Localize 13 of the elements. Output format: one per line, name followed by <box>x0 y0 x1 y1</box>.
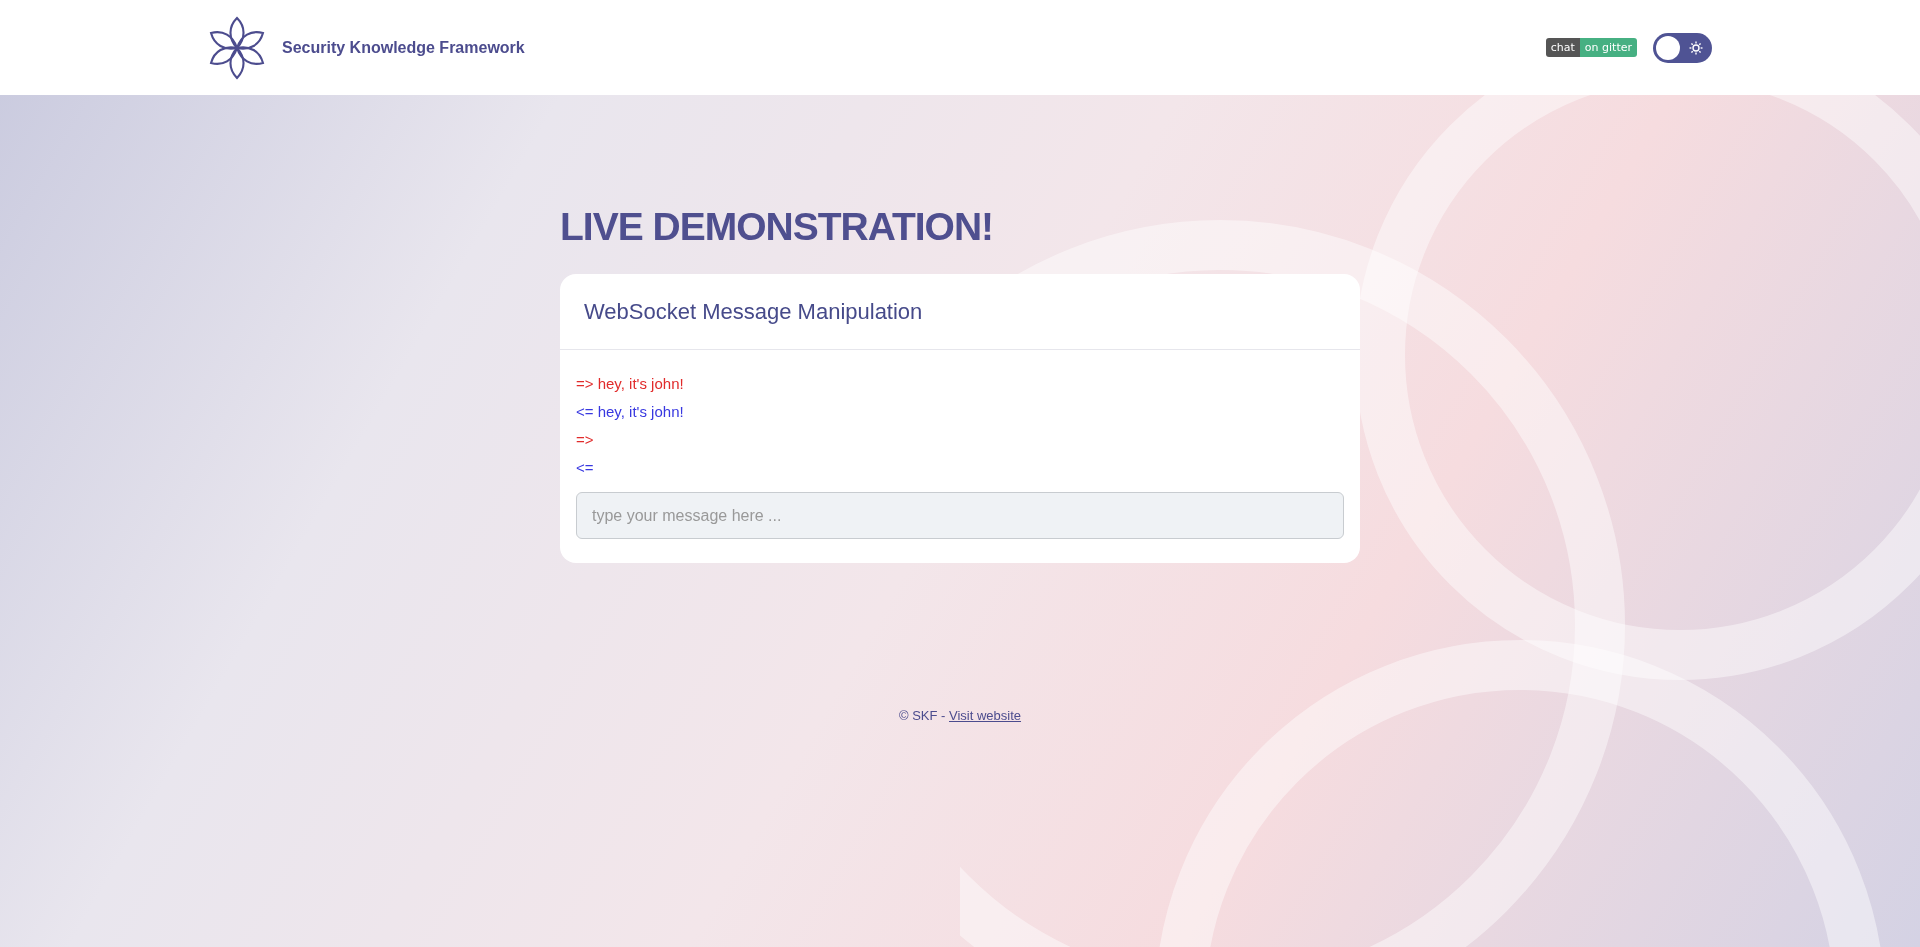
sent-message: => hey, it's john! <box>576 374 684 394</box>
copyright-text: © SKF - <box>898 708 947 723</box>
message-input[interactable]: type your message here ... <box>576 492 1344 539</box>
website-link[interactable]: Visit website <box>949 708 1021 723</box>
theme-toggle[interactable] <box>1653 32 1712 63</box>
card-title: WebSocket Message Manipulation <box>584 299 923 324</box>
sun-icon <box>1689 40 1703 55</box>
flower-logo-icon <box>208 15 266 80</box>
page-heading: LIVE DEMONSTRATION! <box>560 205 994 249</box>
sent-message: => <box>576 430 594 450</box>
received-message: <= hey, it's john! <box>576 402 684 422</box>
site-title[interactable]: Security Knowledge Framework <box>282 38 525 57</box>
received-message: <= <box>576 458 594 478</box>
